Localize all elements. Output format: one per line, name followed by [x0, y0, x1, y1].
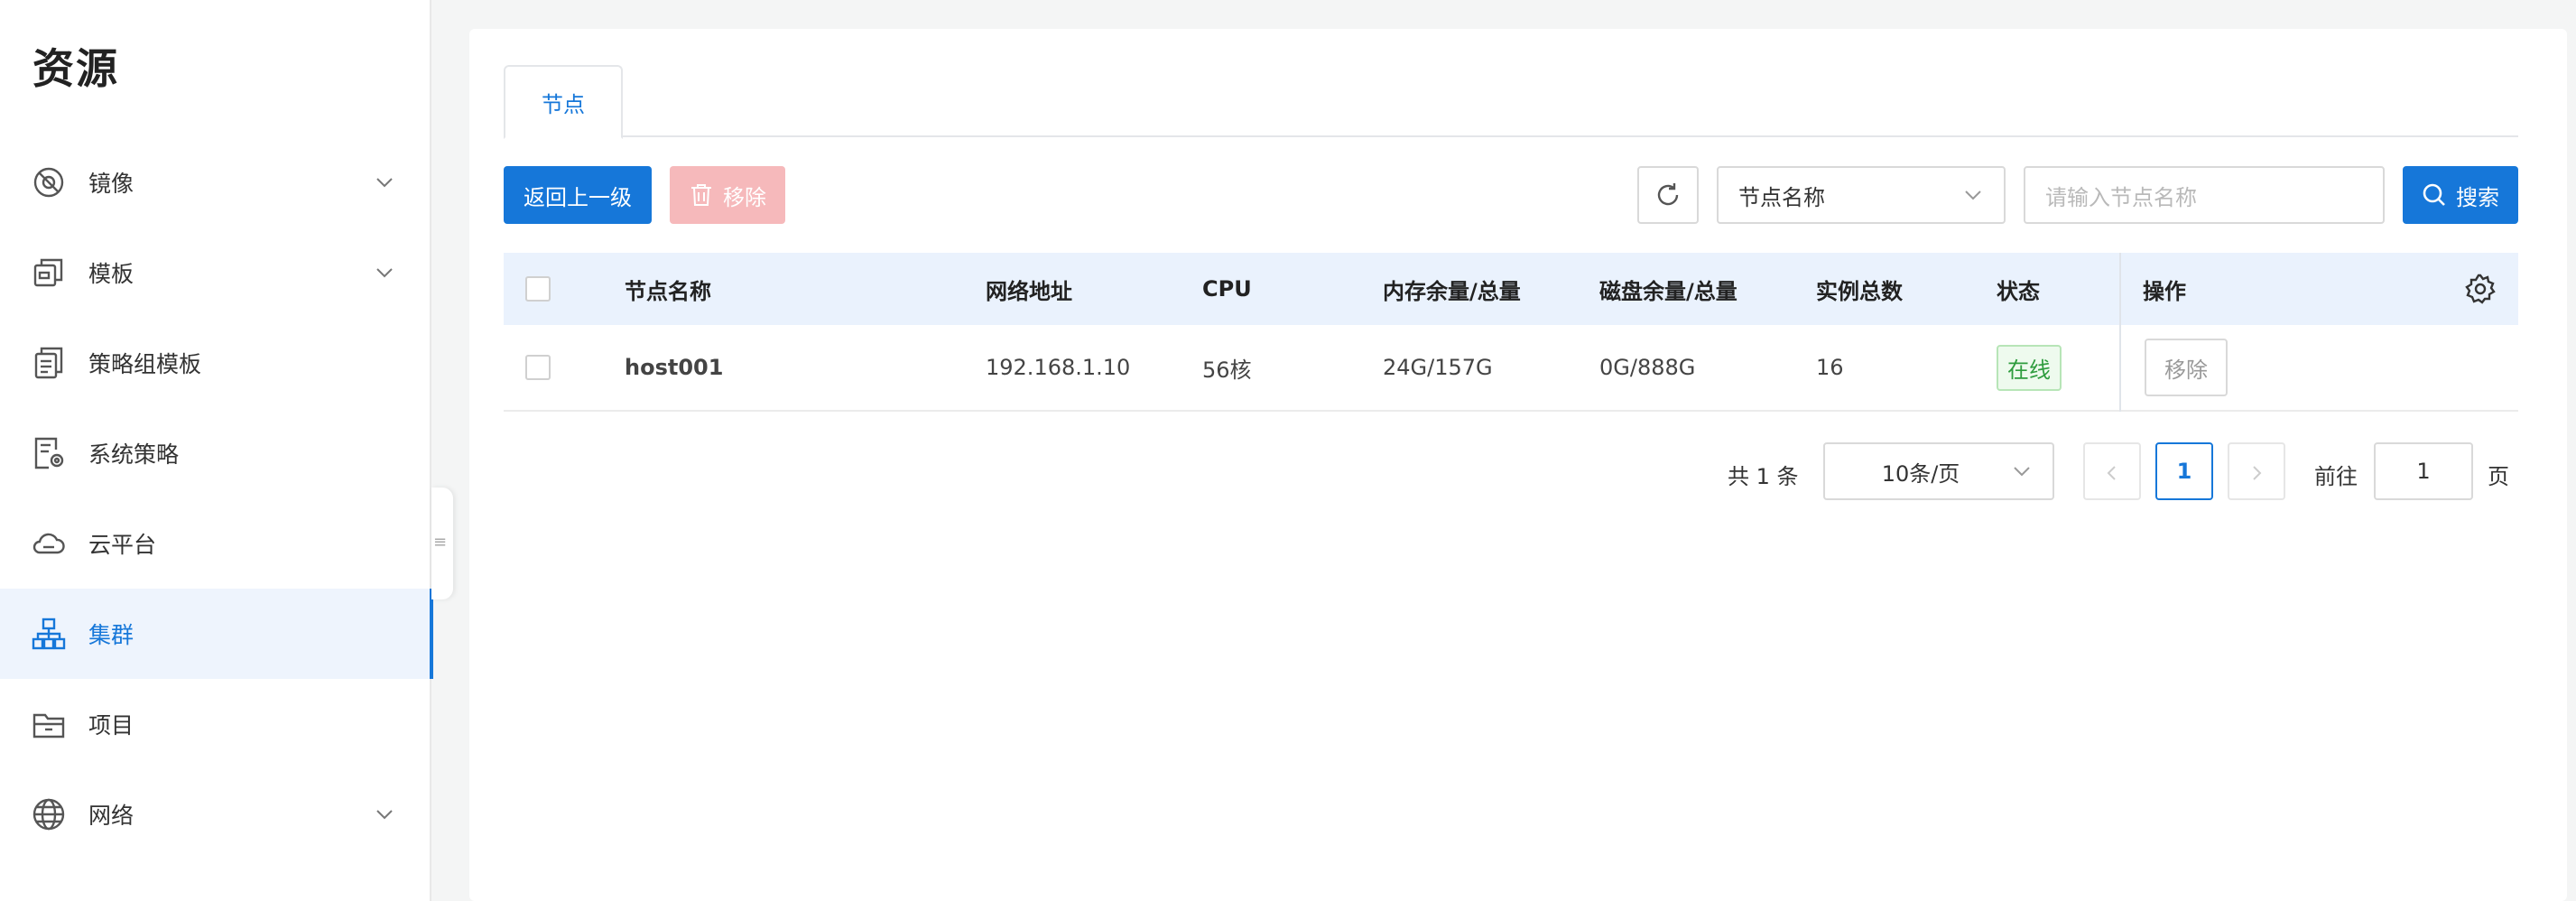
status-badge: 在线: [1997, 344, 2062, 391]
chevron-down-icon: [1962, 184, 1984, 206]
sidebar-item-system-policy[interactable]: 系统策略: [0, 408, 431, 498]
actions-column-divider: [2119, 253, 2121, 412]
search-input[interactable]: 请输入节点名称: [2024, 166, 2385, 224]
sidebar-item-network[interactable]: 网络: [0, 769, 431, 859]
chevron-left-icon: [2103, 462, 2121, 480]
sidebar-item-label: 项目: [88, 712, 134, 738]
remove-button-label: 移除: [723, 184, 766, 210]
search-button-label: 搜索: [2456, 184, 2499, 210]
node-instances: 16: [1816, 355, 1844, 380]
select-all-checkbox[interactable]: [525, 276, 551, 302]
filter-field-select[interactable]: 节点名称: [1717, 166, 2006, 224]
next-page-button[interactable]: [2228, 442, 2285, 500]
sidebar: 资源 镜像 模板 策略组模板 系统策略 云平台 集群 项目 网络: [0, 0, 433, 901]
sidebar-item-label: 系统策略: [88, 441, 180, 468]
sidebar-item-policy-group-templates[interactable]: 策略组模板: [0, 318, 431, 408]
row-select-cell: [525, 325, 551, 410]
template-icon: [31, 255, 67, 291]
column-settings-button[interactable]: [2464, 253, 2497, 325]
sidebar-item-cloud-platform[interactable]: 云平台: [0, 498, 431, 589]
column-header-disk: 磁盘余量/总量: [1599, 278, 1737, 304]
chevron-down-icon: [374, 172, 395, 193]
sidebar-item-label: 镜像: [88, 171, 134, 197]
column-header-memory: 内存余量/总量: [1383, 278, 1521, 304]
table-row: host001 192.168.1.10 56核 24G/157G 0G/888…: [504, 325, 2518, 412]
goto-page-input[interactable]: 1: [2374, 442, 2473, 500]
column-header-instances: 实例总数: [1816, 278, 1903, 304]
filter-field-value: 节点名称: [1738, 184, 1825, 210]
column-header-status: 状态: [1997, 278, 2040, 304]
sidebar-collapse-handle[interactable]: ≡: [431, 488, 453, 599]
trash-icon: [689, 182, 714, 208]
remove-button[interactable]: 移除: [670, 166, 785, 224]
sidebar-item-label: 集群: [88, 622, 134, 648]
main-panel: 节点 返回上一级 移除 节点名称 请输入节点名称 搜索 节点名称 网络地址 CP…: [469, 29, 2567, 901]
node-disk: 0G/888G: [1599, 355, 1696, 380]
folder-icon: [31, 706, 67, 742]
page-size-value: 10条/页: [1881, 460, 1960, 487]
sidebar-item-templates[interactable]: 模板: [0, 228, 431, 318]
prev-page-button[interactable]: [2083, 442, 2141, 500]
collapse-icon: ≡: [433, 533, 448, 552]
select-all-cell: [525, 253, 551, 325]
pagination-total: 共 1 条: [1728, 464, 1799, 489]
sidebar-item-cluster[interactable]: 集群: [0, 589, 433, 679]
sidebar-item-label: 模板: [88, 261, 134, 287]
refresh-icon: [1654, 181, 1682, 209]
policy-group-template-icon: [31, 345, 67, 381]
column-header-name: 节点名称: [625, 278, 711, 304]
page-size-select[interactable]: 10条/页: [1823, 442, 2054, 500]
goto-label: 前往: [2314, 464, 2358, 489]
sidebar-title: 资源: [32, 44, 119, 93]
node-name-link[interactable]: host001: [625, 325, 723, 410]
row-checkbox[interactable]: [525, 355, 551, 380]
status-cell: 在线: [1997, 325, 2062, 410]
actions-cell: 移除: [2145, 325, 2228, 410]
search-button[interactable]: 搜索: [2403, 166, 2518, 224]
image-disc-icon: [31, 164, 67, 200]
sidebar-item-label: 策略组模板: [88, 351, 202, 377]
table-header: 节点名称 网络地址 CPU 内存余量/总量 磁盘余量/总量 实例总数 状态 操作: [504, 253, 2518, 325]
gear-icon: [2464, 273, 2497, 305]
node-cpu: 56核: [1202, 357, 1252, 383]
column-header-cpu: CPU: [1202, 276, 1252, 302]
globe-icon: [31, 796, 67, 832]
tab-bar: 节点: [504, 65, 2518, 139]
tab-nodes[interactable]: 节点: [504, 65, 623, 139]
column-header-address: 网络地址: [986, 278, 1072, 304]
sidebar-item-images[interactable]: 镜像: [0, 137, 431, 228]
chevron-right-icon: [2247, 462, 2266, 480]
page-suffix: 页: [2488, 464, 2509, 489]
cloud-icon: [31, 525, 67, 562]
system-policy-icon: [31, 435, 67, 471]
page-button-current[interactable]: 1: [2155, 442, 2213, 500]
search-icon: [2422, 182, 2447, 208]
sidebar-item-label: 网络: [88, 803, 134, 829]
cluster-icon: [31, 616, 67, 652]
chevron-down-icon: [2011, 460, 2033, 482]
chevron-down-icon: [374, 262, 395, 283]
back-button[interactable]: 返回上一级: [504, 166, 652, 224]
column-header-actions: 操作: [2143, 278, 2186, 304]
node-memory: 24G/157G: [1383, 355, 1493, 380]
sidebar-item-projects[interactable]: 项目: [0, 679, 431, 769]
chevron-down-icon: [374, 803, 395, 825]
node-address: 192.168.1.10: [986, 355, 1131, 380]
row-remove-button[interactable]: 移除: [2145, 339, 2228, 396]
refresh-button[interactable]: [1637, 166, 1699, 224]
sidebar-item-label: 云平台: [88, 532, 157, 558]
